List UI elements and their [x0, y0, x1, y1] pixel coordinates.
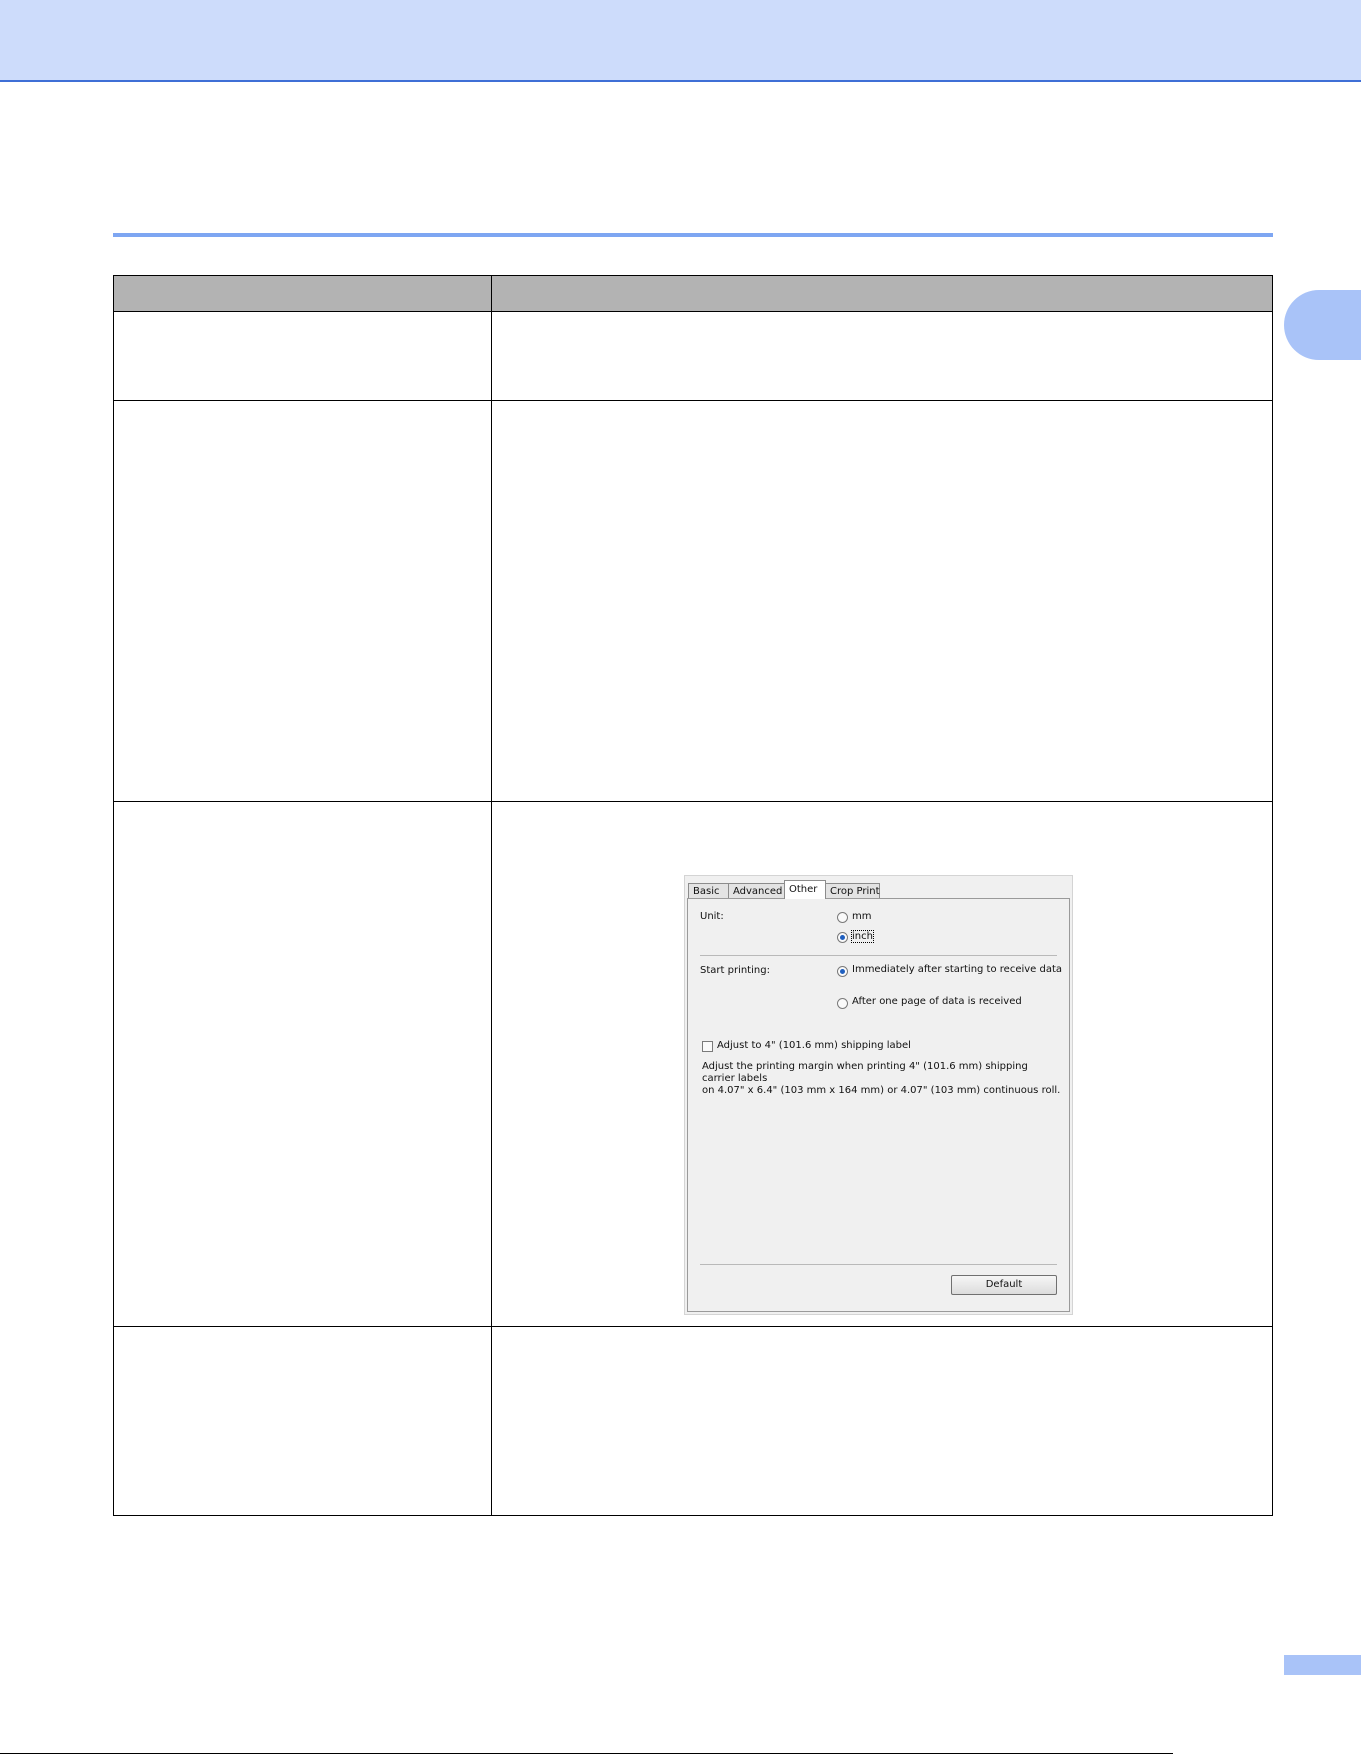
description-line: on 4.07" x 6.4" (103 mm x 164 mm) or 4.0…	[702, 1085, 1061, 1096]
unit-inch-label[interactable]: inch	[851, 930, 874, 943]
table-cell	[491, 400, 1273, 802]
table-cell	[113, 801, 492, 1327]
unit-mm-label[interactable]: mm	[852, 911, 871, 922]
table-row	[113, 400, 1273, 802]
separator	[700, 955, 1057, 956]
shipping-label-checkbox[interactable]	[702, 1041, 713, 1052]
header-cell-description	[491, 275, 1273, 312]
table-row	[113, 311, 1273, 401]
tab-advanced[interactable]: Advanced	[728, 883, 785, 898]
footer-rule	[0, 1753, 1173, 1754]
tab-panel-other: Unit: mm inch Start printing: Immediatel…	[687, 898, 1070, 1312]
tab-crop-print[interactable]: Crop Print	[825, 883, 880, 898]
start-immediately-radio[interactable]	[837, 966, 848, 977]
unit-inch-radio[interactable]	[837, 932, 848, 943]
unit-mm-radio[interactable]	[837, 912, 848, 923]
chapter-tab	[1284, 290, 1361, 360]
table-row	[113, 1326, 1273, 1516]
shipping-label-description: Adjust the printing margin when printing…	[702, 1061, 1062, 1097]
table-cell	[113, 400, 492, 802]
start-immediately-label[interactable]: Immediately after starting to receive da…	[852, 964, 1062, 975]
start-after-page-radio[interactable]	[837, 998, 848, 1009]
tab-basic[interactable]: Basic	[688, 883, 729, 898]
table-cell	[113, 1326, 492, 1516]
unit-label: Unit:	[700, 911, 724, 922]
header-band	[0, 0, 1361, 82]
separator	[700, 1264, 1057, 1265]
table-cell	[491, 311, 1273, 401]
tab-other[interactable]: Other	[784, 880, 826, 899]
shipping-label-checkbox-label[interactable]: Adjust to 4" (101.6 mm) shipping label	[717, 1040, 911, 1051]
table-cell	[491, 1326, 1273, 1516]
table-cell	[113, 311, 492, 401]
default-button[interactable]: Default	[951, 1275, 1057, 1295]
description-line: Adjust the printing margin when printing…	[702, 1061, 1028, 1084]
section-rule	[113, 233, 1273, 237]
header-cell-setting	[113, 275, 492, 312]
table-header-row	[113, 275, 1273, 312]
page-number-tab	[1284, 1655, 1361, 1675]
printer-settings-dialog: Basic Advanced Other Crop Print Unit: mm…	[684, 875, 1073, 1315]
start-after-page-label[interactable]: After one page of data is received	[852, 996, 1022, 1007]
start-printing-label: Start printing:	[700, 965, 770, 976]
